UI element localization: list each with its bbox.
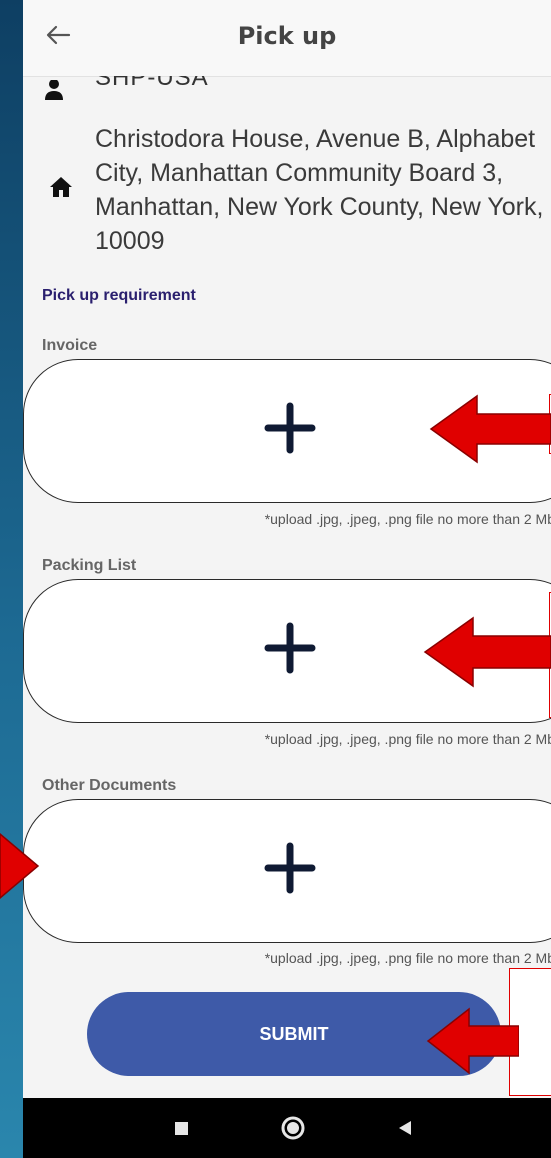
person-icon [45, 80, 63, 100]
plus-icon [264, 622, 316, 674]
red-arrow-icon [429, 394, 551, 464]
company-row: SHP-USA [43, 76, 543, 100]
red-arrow-icon [0, 833, 40, 899]
system-nav-bar [23, 1098, 551, 1158]
invoice-upload-hint: *upload .jpg, .jpeg, .png file no more t… [264, 511, 551, 527]
square-icon[interactable] [169, 1116, 193, 1140]
page-title: Pick up [237, 22, 337, 50]
pickup-requirement-heading: Pick up requirement [42, 287, 196, 304]
other-documents-upload-box[interactable] [23, 799, 551, 943]
circle-icon[interactable] [281, 1116, 305, 1140]
plus-icon [264, 842, 316, 894]
plus-icon [264, 402, 316, 454]
app-bar: Pick up [23, 0, 551, 77]
other-documents-label: Other Documents [42, 777, 177, 794]
packing-list-upload-hint: *upload .jpg, .jpeg, .png file no more t… [264, 731, 551, 747]
triangle-back-icon[interactable] [393, 1116, 417, 1140]
pickup-address: Christodora House, Avenue B, Alphabet Ci… [95, 125, 544, 255]
company-name: SHP-USA [95, 76, 209, 91]
red-arrow-icon [423, 616, 551, 688]
invoice-label: Invoice [42, 337, 98, 354]
packing-list-label: Packing List [42, 557, 137, 574]
phone-screen: Pick up SHP-USA Christodora House, Avenu… [23, 0, 551, 1158]
home-icon [50, 177, 72, 197]
other-documents-upload-hint: *upload .jpg, .jpeg, .png file no more t… [264, 950, 551, 966]
red-arrow-icon [426, 1007, 519, 1075]
